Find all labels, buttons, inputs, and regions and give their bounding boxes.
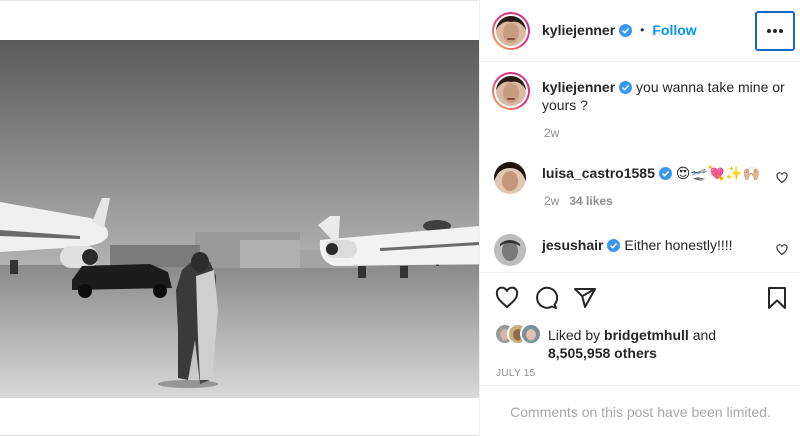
heart-outline-icon[interactable] bbox=[495, 286, 519, 310]
commenter-avatar[interactable] bbox=[494, 162, 526, 194]
more-options-button[interactable] bbox=[755, 11, 795, 51]
caption-username[interactable]: kyliejenner bbox=[542, 79, 615, 95]
comment-meta: 2w 34 likes bbox=[544, 194, 613, 208]
comment-likes-count[interactable]: 34 likes bbox=[569, 194, 612, 208]
caption-timestamp[interactable]: 2w bbox=[544, 126, 559, 140]
likes-connector: and bbox=[692, 327, 717, 343]
media-pane bbox=[0, 0, 479, 436]
post-photo[interactable] bbox=[0, 40, 479, 398]
verified-badge-icon bbox=[658, 167, 672, 180]
comment-text-row: luisa_castro1585 😍🛫💘✨🙌🏼 bbox=[542, 164, 760, 182]
verified-badge-icon bbox=[619, 81, 633, 94]
author-avatar[interactable] bbox=[496, 16, 526, 46]
comment-username[interactable]: luisa_castro1585 bbox=[542, 165, 655, 181]
comment-text-row: jesushair Either honestly!!!! bbox=[542, 236, 733, 254]
comments-limited-notice: Comments on this post have been limited. bbox=[510, 404, 771, 420]
liker-avatar[interactable] bbox=[520, 323, 542, 345]
comment-text: Either honestly!!!! bbox=[624, 237, 733, 253]
top-divider bbox=[0, 0, 479, 1]
post-sidebar: kyliejenner • Follow kyliejenner you wan… bbox=[479, 0, 800, 436]
verified-badge-icon bbox=[607, 239, 621, 252]
caption-avatar-ring[interactable] bbox=[492, 72, 530, 110]
footer-divider bbox=[480, 385, 800, 386]
ellipsis-icon bbox=[767, 29, 783, 33]
likes-others-count[interactable]: 8,505,958 others bbox=[548, 345, 657, 361]
likes-prefix: Liked by bbox=[548, 327, 601, 343]
post-header: kyliejenner • Follow bbox=[480, 0, 800, 62]
header-user-row: kyliejenner • Follow bbox=[542, 22, 697, 38]
commenter-avatar[interactable] bbox=[494, 234, 526, 266]
post-date[interactable]: JULY 15 bbox=[496, 368, 536, 379]
bookmark-icon[interactable] bbox=[766, 286, 788, 310]
comment-timestamp[interactable]: 2w bbox=[544, 194, 559, 208]
liked-by-user[interactable]: bridgetmhull bbox=[604, 327, 689, 343]
comment-like-heart-icon[interactable] bbox=[776, 244, 788, 256]
author-avatar-ring[interactable] bbox=[492, 12, 530, 50]
actions-divider bbox=[480, 272, 800, 273]
comment-bubble-icon[interactable] bbox=[534, 286, 558, 310]
comment-username[interactable]: jesushair bbox=[542, 237, 603, 253]
author-username[interactable]: kyliejenner bbox=[542, 22, 615, 38]
liker-avatars bbox=[494, 323, 544, 345]
caption-avatar[interactable] bbox=[496, 76, 526, 106]
follow-button[interactable]: Follow bbox=[652, 22, 696, 38]
comment-like-heart-icon[interactable] bbox=[776, 172, 788, 184]
caption-text-block: kyliejenner you wanna take mine or yours… bbox=[542, 78, 787, 114]
separator-dot: • bbox=[640, 23, 645, 37]
likes-text: Liked by bridgetmhull and 8,505,958 othe… bbox=[548, 326, 716, 362]
likes-summary: Liked by bridgetmhull and 8,505,958 othe… bbox=[494, 323, 794, 363]
verified-badge-icon bbox=[619, 23, 633, 37]
comment-text: 😍🛫💘✨🙌🏼 bbox=[675, 165, 761, 181]
paper-plane-icon[interactable] bbox=[573, 286, 597, 310]
